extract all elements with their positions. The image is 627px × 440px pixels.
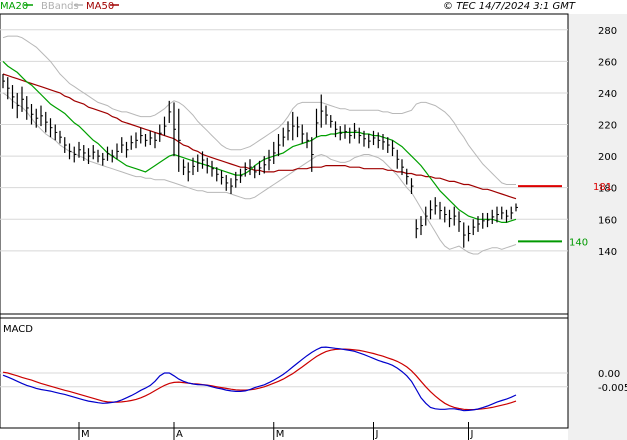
price-tick-label: 200 bbox=[598, 152, 617, 163]
x-axis-month-label: J bbox=[470, 429, 474, 440]
legend-label-ma20: MA20 bbox=[0, 1, 28, 12]
macd-panel: MACD 0.00 -0.005 bbox=[0, 317, 627, 429]
chart-legend: MA20 BBands MA50 bbox=[0, 1, 119, 12]
price-panel: 140160180200220240260280 181140 bbox=[0, 13, 617, 315]
price-tick-label: 220 bbox=[598, 121, 617, 132]
legend-label-bbands: BBands bbox=[41, 1, 79, 12]
x-axis-month-label: A bbox=[176, 429, 183, 440]
stock-chart: MA20 BBands MA50 © TEC 14/7/2024 3:1 GMT… bbox=[0, 1, 627, 440]
panel-separator bbox=[0, 313, 569, 319]
price-tick-label: 240 bbox=[598, 89, 617, 100]
price-tick-label: 140 bbox=[598, 247, 617, 258]
price-tick-label: 280 bbox=[598, 26, 617, 37]
macd-title: MACD bbox=[3, 324, 33, 335]
level-label: 181 bbox=[593, 182, 612, 193]
macd-tick-label: 0.00 bbox=[598, 369, 620, 380]
x-axis-month-label: J bbox=[375, 429, 379, 440]
copyright-text: © TEC 14/7/2024 3:1 GMT bbox=[443, 1, 576, 12]
macd-tick-label: -0.005 bbox=[598, 383, 627, 394]
price-tick-label: 160 bbox=[598, 215, 617, 226]
level-label: 140 bbox=[569, 237, 588, 248]
price-tick-label: 260 bbox=[598, 57, 617, 68]
x-axis-month-label: M bbox=[276, 429, 285, 440]
x-axis-month-label: M bbox=[81, 429, 90, 440]
legend-label-ma50: MA50 bbox=[86, 1, 114, 12]
